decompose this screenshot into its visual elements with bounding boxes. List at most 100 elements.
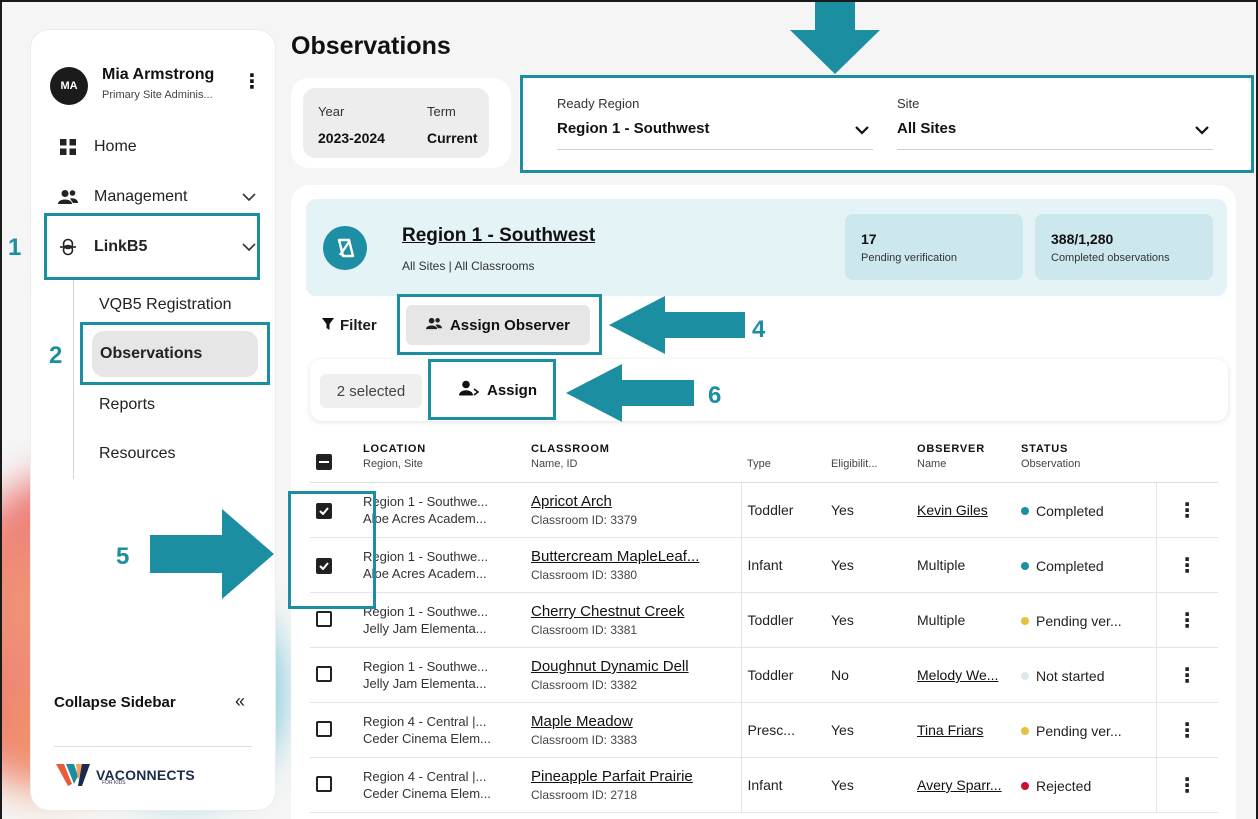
status-label: Rejected: [1036, 777, 1092, 794]
classroom-name-link[interactable]: Buttercream MapleLeaf...: [531, 548, 735, 565]
classroom-cell: Buttercream MapleLeaf... Classroom ID: 33…: [525, 537, 741, 593]
user-name: Mia Armstrong: [102, 66, 215, 83]
table-row[interactable]: Region 1 - Southwe... Jelly Jam Elementa.…: [310, 647, 1218, 703]
row-actions-icon[interactable]: ⋮: [1155, 757, 1218, 813]
sidebar-subitem-reports[interactable]: Reports: [99, 396, 155, 414]
observer-cell[interactable]: Melody We...: [911, 647, 1015, 703]
table-row[interactable]: Region 1 - Southwe... Aloe Acres Academ..…: [310, 537, 1218, 593]
type-cell: Presc...: [740, 702, 825, 758]
classroom-name-link[interactable]: Pineapple Parfait Prairie: [531, 768, 735, 785]
classroom-name-link[interactable]: Maple Meadow: [531, 713, 735, 730]
row-actions-icon[interactable]: ⋮: [1155, 537, 1218, 593]
row-checkbox[interactable]: [316, 610, 332, 627]
sidebar-divider: [54, 746, 252, 747]
status-cell: Rejected: [1015, 757, 1156, 813]
period-selector[interactable]: Year Term 2023-2024 Current: [303, 88, 489, 158]
table-header-row: LOCATION Region, Site CLASSROOM Name, ID T…: [310, 437, 1218, 483]
classroom-id: Classroom ID: 3383: [531, 733, 638, 747]
observer-cell[interactable]: Tina Friars: [911, 702, 1015, 758]
observer-name[interactable]: Kevin Giles: [917, 502, 988, 518]
type-cell: Infant: [740, 537, 825, 593]
column-classroom[interactable]: CLASSROOM Name, ID: [525, 437, 741, 483]
page-title: Observations: [291, 32, 451, 60]
observer-name[interactable]: Melody We...: [917, 667, 998, 683]
submenu-divider: [73, 279, 74, 479]
classroom-cell: Apricot Arch Classroom ID: 3379: [525, 482, 741, 538]
location-cell: Region 4 - Central |... Ceder Cinema Elem…: [357, 702, 525, 758]
location-cell: Region 1 - Southwe... Jelly Jam Elementa.…: [357, 647, 525, 703]
table-row[interactable]: Region 4 - Central |... Ceder Cinema Elem…: [310, 702, 1218, 758]
user-role: Primary Site Adminis...: [102, 89, 213, 101]
row-select-cell[interactable]: [310, 757, 357, 813]
vaconnects-logo: VACONNECTS FOR KIDS: [56, 762, 195, 788]
eligibility-cell: Yes: [825, 537, 911, 593]
row-actions-icon[interactable]: ⋮: [1155, 482, 1218, 538]
row-checkbox[interactable]: [316, 720, 332, 737]
table-row[interactable]: Region 4 - Central |... Ceder Cinema Elem…: [310, 757, 1218, 813]
row-actions-icon[interactable]: ⋮: [1155, 702, 1218, 758]
user-profile[interactable]: MA Mia Armstrong Primary Site Adminis...…: [50, 66, 262, 110]
year-label: Year: [318, 104, 345, 119]
observer-cell[interactable]: Avery Sparr...: [911, 757, 1015, 813]
observations-table: LOCATION Region, Site CLASSROOM Name, ID T…: [310, 437, 1218, 813]
row-select-cell[interactable]: [310, 647, 357, 703]
observer-name[interactable]: Tina Friars: [917, 722, 983, 738]
sidebar-subitem-resources[interactable]: Resources: [99, 445, 175, 463]
status-cell: Not started: [1015, 647, 1156, 703]
status-label: Completed: [1036, 557, 1104, 574]
location-region: Region 1 - Southwe...: [363, 659, 489, 674]
observer-cell[interactable]: Kevin Giles: [911, 482, 1015, 538]
location-site: Aloe Acres Academ...: [363, 566, 487, 581]
classroom-id: Classroom ID: 3379: [531, 513, 638, 527]
classroom-cell: Doughnut Dynamic Dell Classroom ID: 3382: [525, 647, 741, 703]
status-label: Pending ver...: [1036, 612, 1122, 629]
row-actions-icon[interactable]: ⋮: [1155, 592, 1218, 648]
column-location[interactable]: LOCATION Region, Site: [357, 437, 525, 483]
status-label: Completed: [1036, 502, 1104, 519]
row-actions-icon[interactable]: ⋮: [1155, 647, 1218, 703]
type-cell: Toddler: [740, 482, 825, 538]
observer-name[interactable]: Avery Sparr...: [917, 777, 1002, 793]
row-checkbox[interactable]: [316, 665, 332, 682]
region-title-link[interactable]: Region 1 - Southwest: [402, 225, 595, 247]
select-all-cell[interactable]: [310, 437, 357, 483]
profile-menu-icon[interactable]: ⋮: [242, 72, 262, 92]
location-site: Ceder Cinema Elem...: [363, 786, 491, 801]
pending-label: Pending verification: [861, 252, 958, 264]
classroom-name-link[interactable]: Doughnut Dynamic Dell: [531, 658, 735, 675]
term-label: Term: [427, 104, 456, 119]
classroom-name-link[interactable]: Cherry Chestnut Creek: [531, 603, 735, 620]
callout-number-1: 1: [8, 234, 22, 261]
classroom-cell: Cherry Chestnut Creek Classroom ID: 3381: [525, 592, 741, 648]
location-region: Region 1 - Southwe...: [363, 494, 489, 509]
filter-button[interactable]: Filter: [322, 317, 377, 334]
column-eligibility[interactable]: Eligibilit...: [825, 437, 911, 483]
sidebar-subitem-vqb5-registration[interactable]: VQB5 Registration: [99, 296, 232, 314]
callout-number-5: 5: [116, 543, 130, 570]
column-type[interactable]: Type: [741, 437, 825, 483]
row-checkbox[interactable]: [316, 775, 332, 792]
collapse-sidebar-label[interactable]: Collapse Sidebar: [54, 694, 176, 711]
callout-box-assign-observer: [397, 294, 602, 355]
callout-arrow-left: [609, 296, 745, 359]
double-chevron-left-icon[interactable]: «: [235, 691, 245, 712]
column-status[interactable]: STATUS Observation: [1015, 437, 1156, 483]
chevron-down-icon: [242, 189, 256, 205]
completed-observations-stat: 388/1,280 Completed observations: [1035, 214, 1213, 280]
sidebar-item-management[interactable]: Management: [56, 181, 266, 213]
location-region: Region 4 - Central |...: [363, 714, 487, 729]
table-row[interactable]: Region 1 - Southwe... Jelly Jam Elementa.…: [310, 592, 1218, 648]
callout-box-assign: [428, 359, 556, 420]
observer-name: Multiple: [917, 557, 966, 573]
location-cell: Region 1 - Southwe... Jelly Jam Elementa.…: [357, 592, 525, 648]
app-frame: MA Mia Armstrong Primary Site Adminis...…: [0, 0, 1258, 819]
column-observer[interactable]: OBSERVER Name: [911, 437, 1015, 483]
table-row[interactable]: Region 1 - Southwe... Aloe Acres Academ..…: [310, 482, 1218, 538]
users-icon: [56, 189, 80, 205]
classroom-name-link[interactable]: Apricot Arch: [531, 493, 735, 510]
select-all-checkbox[interactable]: [316, 454, 332, 470]
status-dot-icon: [1021, 726, 1029, 735]
row-select-cell[interactable]: [310, 702, 357, 758]
type-cell: Toddler: [740, 592, 825, 648]
sidebar-item-home[interactable]: Home: [56, 131, 266, 163]
